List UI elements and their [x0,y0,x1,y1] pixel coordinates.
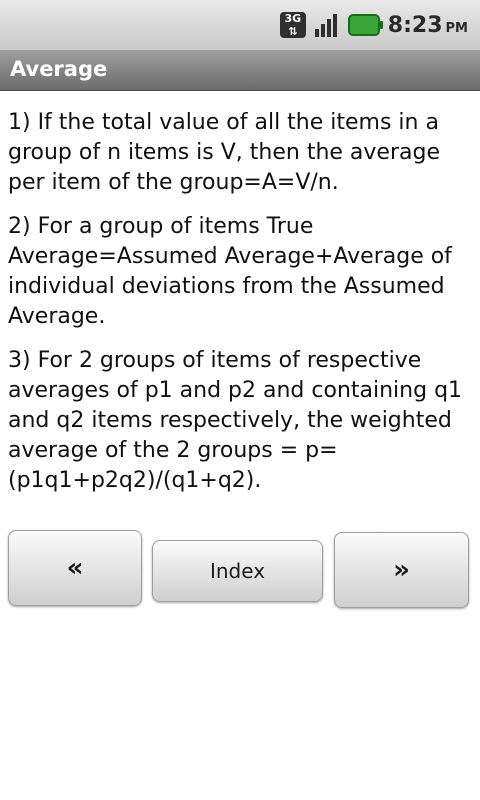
paragraph-1: 1) If the total value of all the items i… [8,110,440,195]
page-title: Average [10,57,108,81]
previous-button[interactable]: « [8,530,142,606]
signal-strength-icon [314,14,337,37]
next-button[interactable]: » [334,532,469,608]
paragraph-2: 2) For a group of items True Average=Ass… [8,214,452,329]
3g-network-icon: 3G ⇅ [279,12,306,38]
title-bar: Average [0,50,480,91]
navigation-bar: « Index » [0,530,480,610]
network-label: 3G [284,12,302,25]
clock-time: 8:23 [387,12,443,38]
status-bar: 3G ⇅ 8:23 PM [0,0,480,51]
paragraph-3: 3) For 2 groups of items of respective a… [8,348,463,493]
clock: 8:23 PM [388,13,468,38]
status-icons: 3G ⇅ 8:23 PM [279,10,468,40]
content-area: 1) If the total value of all the items i… [8,108,470,510]
clock-ampm: PM [445,20,468,36]
index-button[interactable]: Index [152,540,323,602]
battery-icon [347,14,383,36]
